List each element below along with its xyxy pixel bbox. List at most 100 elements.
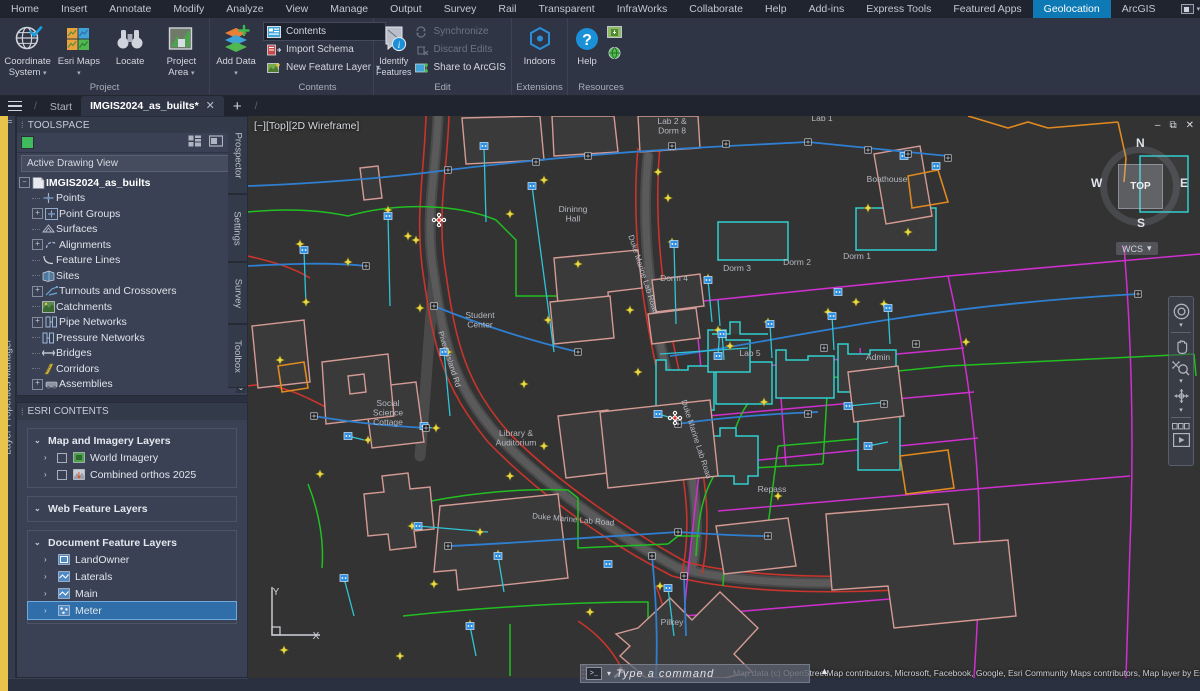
map-pipe-node[interactable]	[765, 533, 771, 539]
map-pipe-node[interactable]	[881, 401, 887, 407]
map-lateral-symbol[interactable]	[766, 321, 774, 328]
esri-layer-meter[interactable]: ›Meter	[28, 602, 236, 619]
map-pipe-node[interactable]	[913, 341, 919, 347]
active-drawing-icon[interactable]	[21, 136, 34, 149]
add-data-button[interactable]: Add Data▾	[212, 21, 260, 79]
discard-edits-button[interactable]: Discard Edits	[412, 41, 511, 58]
chevron-down-icon[interactable]: ▾	[77, 70, 81, 77]
panel-layout-icon[interactable]	[188, 134, 202, 152]
chevron-down-icon[interactable]: ⌄	[34, 538, 42, 547]
chevron-right-icon[interactable]: ›	[44, 555, 52, 564]
map-lateral-symbol[interactable]	[480, 143, 488, 150]
import-schema-button[interactable]: Import Schema	[264, 41, 385, 58]
map-pipe-node[interactable]	[445, 543, 451, 549]
help-button[interactable]: ? Help	[570, 21, 604, 67]
map-pipe-node[interactable]	[575, 349, 581, 355]
menu-item-survey[interactable]: Survey	[433, 0, 488, 18]
map-pipe-node[interactable]	[311, 413, 317, 419]
chevron-down-icon[interactable]: ▾	[234, 70, 238, 77]
panel-grip-icon[interactable]: ⁞	[21, 407, 24, 417]
map-lateral-symbol[interactable]	[604, 561, 612, 568]
esri-group-header[interactable]: ⌄Web Feature Layers	[28, 500, 236, 517]
synchronize-button[interactable]: Synchronize	[412, 23, 511, 40]
map-lateral-symbol[interactable]	[414, 523, 422, 530]
command-input-bar[interactable]: >_ ▾ Type a command	[580, 664, 810, 683]
toolspace-tab-toolbox[interactable]: Toolbox	[228, 324, 248, 388]
esri-layer-laterals[interactable]: ›Laterals	[28, 568, 236, 585]
tree-expander-plus-icon[interactable]: +	[32, 239, 43, 250]
menu-item-analyze[interactable]: Analyze	[215, 0, 274, 18]
menu-item-add-ins[interactable]: Add-ins	[798, 0, 856, 18]
map-pipe-node[interactable]	[649, 553, 655, 559]
chevron-down-icon[interactable]: ▾	[1179, 378, 1183, 385]
map-lateral-symbol[interactable]	[466, 623, 474, 630]
map-pipe-node[interactable]	[865, 147, 871, 153]
tree-node-alignments[interactable]: +Alignments	[19, 237, 235, 253]
indoors-button[interactable]: Indoors	[514, 21, 565, 67]
chevron-down-icon[interactable]: ▾	[607, 669, 611, 678]
map-lateral-symbol[interactable]	[828, 313, 836, 320]
viewcube-east-label[interactable]: E	[1180, 176, 1188, 190]
tree-expander-plus-icon[interactable]: +	[32, 286, 43, 297]
ucs-selector[interactable]: WCS ▾	[1116, 242, 1158, 255]
map-lateral-symbol[interactable]	[704, 277, 712, 284]
tree-node-assemblies[interactable]: +Assemblies	[19, 377, 235, 393]
chevron-down-icon[interactable]: ▾	[1179, 407, 1183, 414]
tree-expander-plus-icon[interactable]: +	[32, 379, 43, 390]
tree-node-corridors[interactable]: Corridors	[19, 361, 235, 377]
viewcube[interactable]: N S W E TOP WCS ▾	[1088, 138, 1192, 268]
project-area-button[interactable]: Project Area ▾	[156, 21, 207, 79]
toolspace-tab-settings[interactable]: Settings	[228, 194, 248, 262]
active-drawing-view-selector[interactable]: Active Drawing View ⌄	[21, 155, 243, 172]
menu-item-express-tools[interactable]: Express Tools	[855, 0, 942, 18]
steering-wheel-icon[interactable]	[1170, 301, 1192, 321]
tree-node-sites[interactable]: Sites	[19, 268, 235, 284]
map-lateral-symbol[interactable]	[718, 331, 726, 338]
tree-expander-minus-icon[interactable]: –	[19, 177, 30, 188]
chevron-down-icon[interactable]: ▾	[1147, 243, 1152, 254]
tree-node-bridges[interactable]: Bridges	[19, 346, 235, 362]
menu-item-featured-apps[interactable]: Featured Apps	[942, 0, 1032, 18]
map-lateral-symbol[interactable]	[384, 213, 392, 220]
map-pipe-node[interactable]	[723, 141, 729, 147]
share-to-arcgis-button[interactable]: Share to ArcGIS	[412, 59, 511, 76]
map-pipe-node[interactable]	[805, 139, 811, 145]
map-pipe-node[interactable]	[423, 425, 429, 431]
map-lateral-symbol[interactable]	[300, 247, 308, 254]
map-pipe-node[interactable]	[821, 345, 827, 351]
workspace-switch-icon[interactable]	[1181, 4, 1194, 14]
tree-node-pipe-networks[interactable]: +Pipe Networks	[19, 315, 235, 331]
map-pipe-node[interactable]	[905, 151, 911, 157]
esri-maps-button[interactable]: Esri Maps▾	[53, 21, 104, 79]
chevron-down-icon[interactable]: ⌄	[34, 436, 42, 445]
map-lateral-symbol[interactable]	[664, 585, 672, 592]
map-canvas[interactable]: Duke Marine Lab RoadPivers Island RdDuke…	[248, 116, 1200, 678]
panel-grip-icon[interactable]: ⁞	[21, 120, 24, 130]
minimize-icon[interactable]: –	[1155, 120, 1161, 131]
map-pipe-node[interactable]	[431, 303, 437, 309]
map-lateral-symbol[interactable]	[654, 411, 662, 418]
menu-item-geolocation[interactable]: Geolocation	[1033, 0, 1111, 18]
map-pipe-node[interactable]	[675, 529, 681, 535]
viewcube-south-label[interactable]: S	[1137, 216, 1145, 230]
esri-group-header[interactable]: ⌄Document Feature Layers	[28, 534, 236, 551]
menu-item-view[interactable]: View	[275, 0, 320, 18]
menu-item-infraworks[interactable]: InfraWorks	[606, 0, 679, 18]
map-lateral-symbol[interactable]	[714, 353, 722, 360]
esri-group-header[interactable]: ⌄Map and Imagery Layers	[28, 432, 236, 449]
chevron-down-icon[interactable]: ▾	[191, 70, 195, 77]
tree-node-imgis2024-as-builts[interactable]: –IMGIS2024_as_builts	[19, 175, 235, 191]
menu-item-transparent[interactable]: Transparent	[527, 0, 605, 18]
chevron-right-icon[interactable]: ›	[44, 589, 52, 598]
map-pipe-node[interactable]	[945, 155, 951, 161]
close-icon[interactable]: ✕	[206, 96, 215, 116]
new-feature-layer-button[interactable]: New Feature Layer ▾	[264, 59, 385, 76]
restore-icon[interactable]: ⧉	[1169, 120, 1176, 131]
panel-preview-icon[interactable]	[209, 134, 223, 152]
coordinate-system-button[interactable]: Coordinate System ▾	[2, 21, 53, 79]
toolspace-tree[interactable]: –IMGIS2024_as_builtsPoints+Point GroupsS…	[19, 175, 235, 393]
command-input[interactable]: Type a command	[616, 668, 714, 680]
new-tab-button[interactable]: +	[224, 98, 251, 116]
menu-item-arcgis[interactable]: ArcGIS	[1111, 0, 1167, 18]
chevron-right-icon[interactable]: ›	[44, 453, 52, 462]
